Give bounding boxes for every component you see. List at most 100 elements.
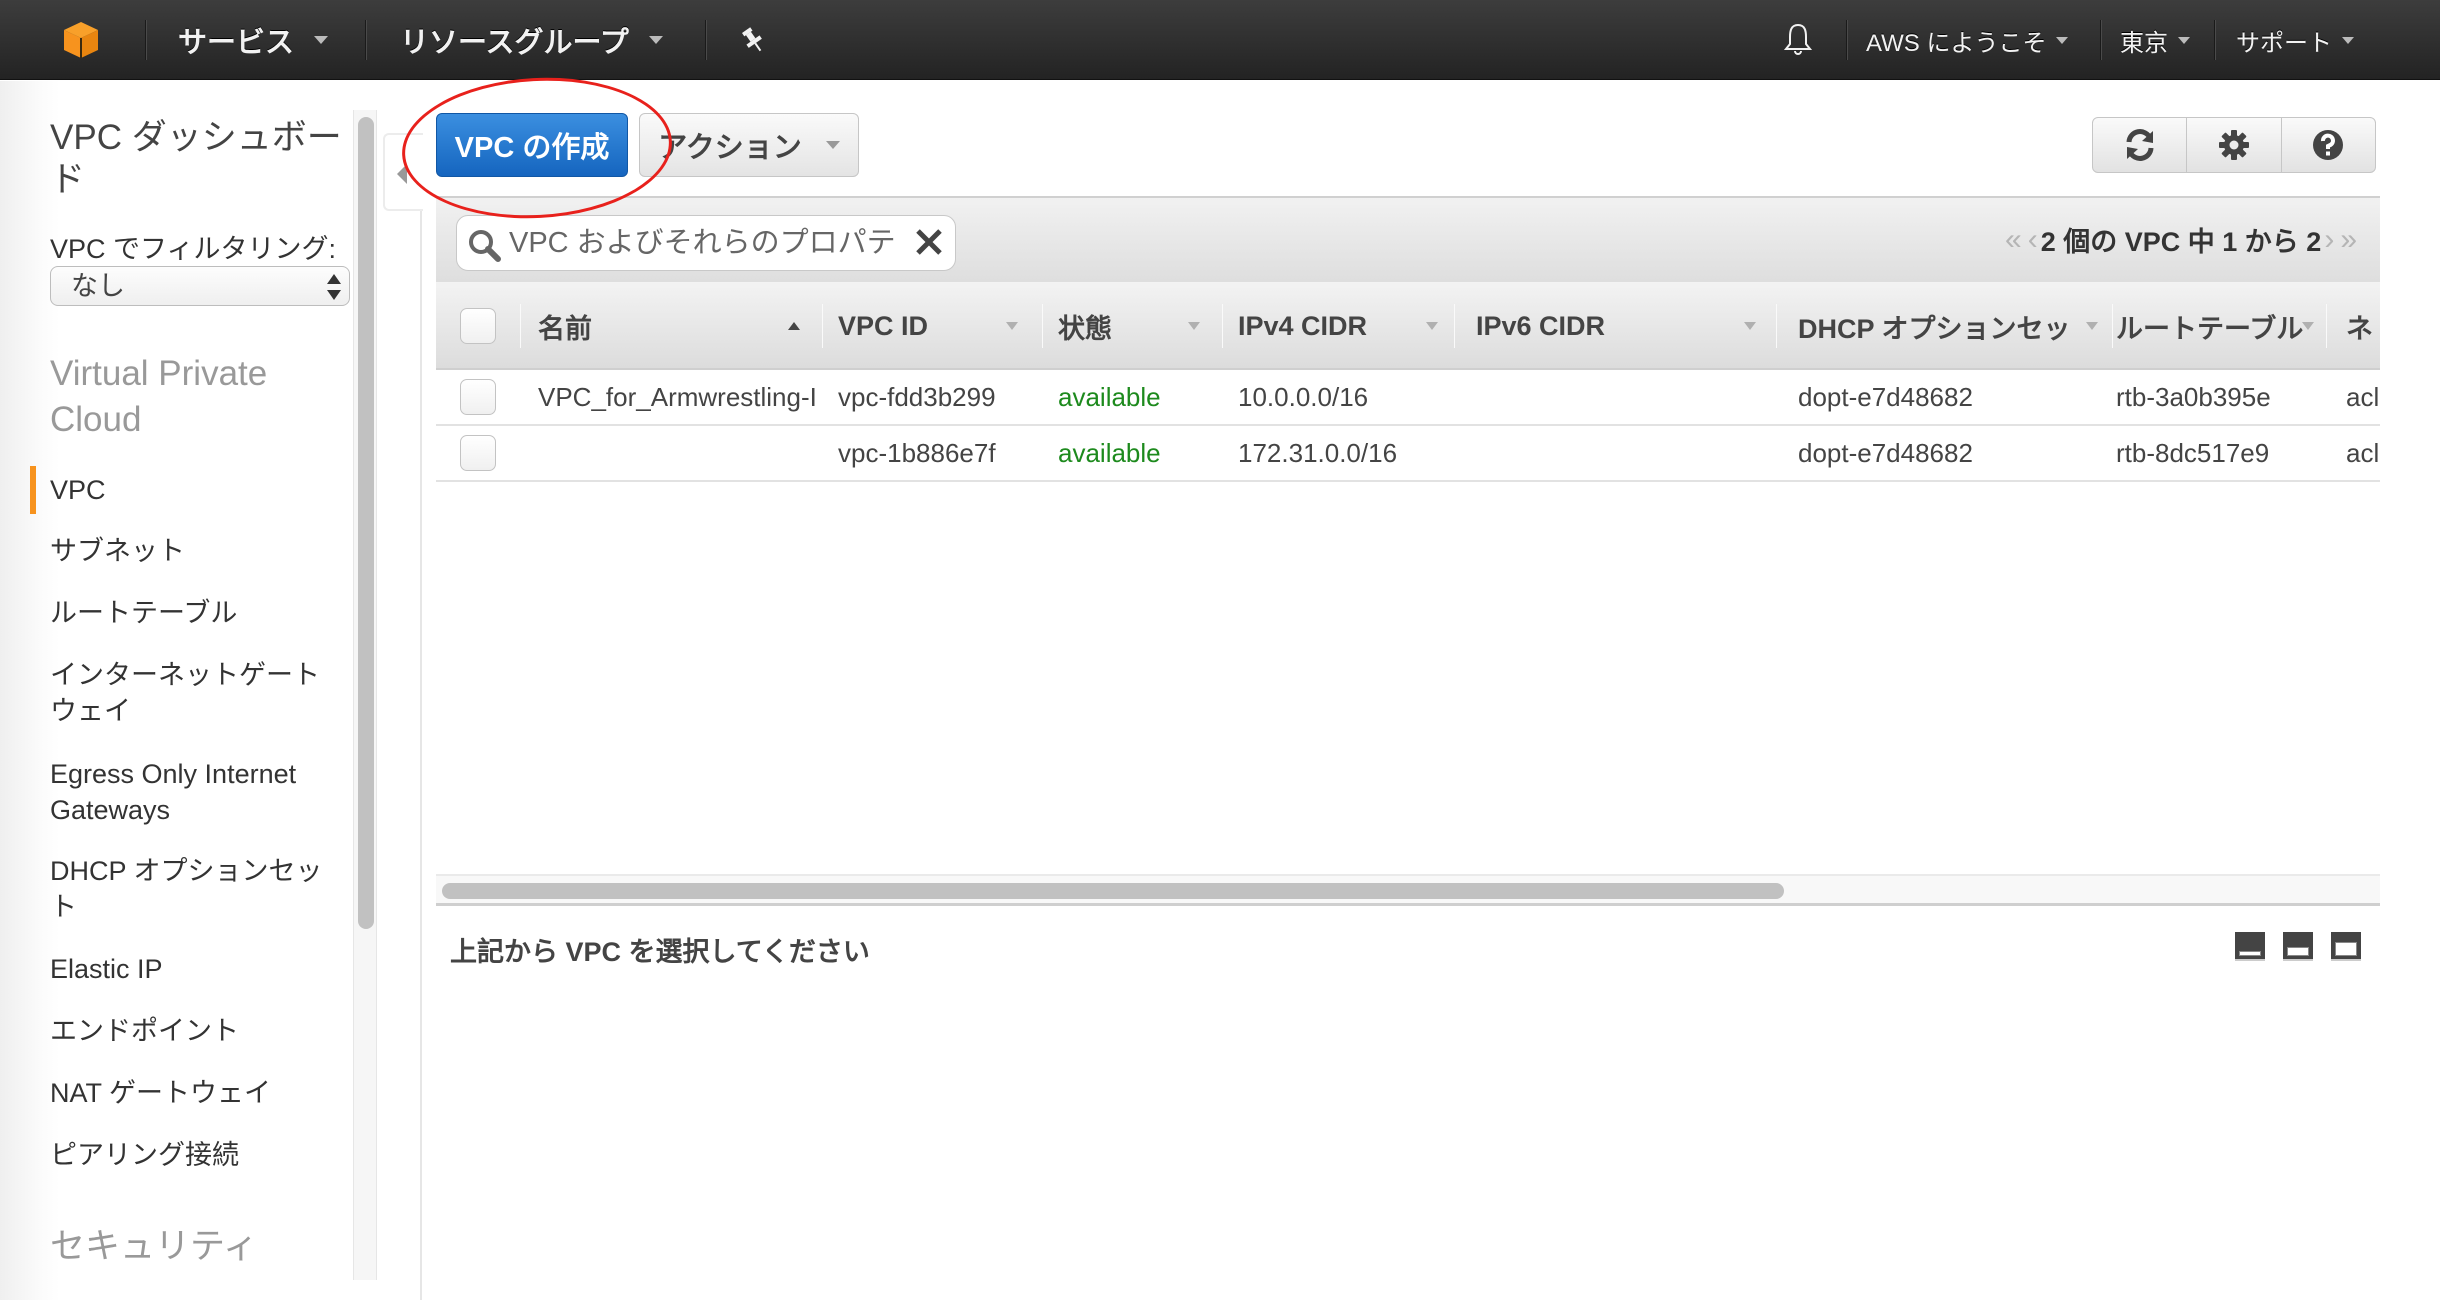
create-vpc-button[interactable]: VPC の作成 <box>436 113 628 177</box>
aws-logo[interactable] <box>62 0 100 80</box>
chevron-down-icon <box>2056 36 2069 44</box>
toolbar-icon-group <box>2092 117 2376 173</box>
sidebar-item-egress-only-igw[interactable]: Egress Only Internet Gateways <box>50 756 340 828</box>
cell-route-table: rtb-8dc517e9 <box>2116 437 2270 468</box>
chevron-down-icon <box>314 36 329 44</box>
table-hscroll-thumb[interactable] <box>442 883 1784 899</box>
detail-pane-title: 上記から VPC を選択してください <box>450 937 870 967</box>
support-menu[interactable]: サポート <box>2236 0 2354 80</box>
column-header-state[interactable]: 状態 <box>1058 282 1208 370</box>
select-arrows-icon <box>327 274 341 300</box>
column-header-dhcp-options[interactable]: DHCP オプションセッ <box>1798 282 2083 370</box>
sidebar-item-vpc[interactable]: VPC <box>30 466 340 514</box>
cell-network-acl: acl <box>2346 381 2380 412</box>
prev-page-button[interactable]: ‹ <box>2025 223 2041 257</box>
cell-ipv4-cidr: 172.31.0.0/16 <box>1238 437 1398 468</box>
column-header-network-acl[interactable]: ネ <box>2346 282 2380 370</box>
cell-dhcp-options: dopt-e7d48682 <box>1798 437 1973 468</box>
settings-button[interactable] <box>2187 118 2282 172</box>
sort-icon <box>1006 322 1018 330</box>
top-nav-bar: サービス リソースグループ AWS にようこそ 東京 サポート <box>0 0 2440 80</box>
pane-medium-button[interactable] <box>2283 932 2313 961</box>
pagination: « ‹ 2 個の VPC 中 1 から 2 › » <box>2002 220 2360 259</box>
support-label: サポート <box>2236 29 2332 57</box>
table-row[interactable]: VPC_for_Armwrestling-I vpc-fdd3b299 avai… <box>436 370 2380 426</box>
sidebar: VPC ダッシュボード VPC でフィルタリング: なし Virtual Pri… <box>0 81 355 1300</box>
gear-icon <box>2218 130 2249 160</box>
row-checkbox[interactable] <box>460 435 496 471</box>
sort-asc-icon <box>788 322 800 330</box>
sidebar-item-elastic-ip[interactable]: Elastic IP <box>50 951 340 987</box>
search-input[interactable] <box>509 222 899 264</box>
vpc-filter-label: VPC でフィルタリング: <box>50 234 336 264</box>
first-page-button[interactable]: « <box>2002 223 2025 257</box>
cell-dhcp-options: dopt-e7d48682 <box>1798 381 1973 412</box>
cell-name: VPC_for_Armwrestling-I <box>538 381 817 412</box>
actions-dropdown[interactable]: アクション <box>639 113 859 177</box>
sidebar-item-endpoints[interactable]: エンドポイント <box>50 1013 340 1049</box>
chevron-left-icon <box>397 164 407 184</box>
select-all-checkbox[interactable] <box>460 308 496 344</box>
cell-vpc-id: vpc-fdd3b299 <box>838 381 996 412</box>
account-label: AWS にようこそ <box>1866 29 2047 57</box>
cell-name <box>538 426 818 480</box>
pin-button[interactable] <box>728 0 778 80</box>
refresh-icon <box>2126 129 2154 161</box>
pane-medium-icon <box>2287 947 2309 956</box>
sidebar-scrollbar-thumb[interactable] <box>358 117 374 929</box>
column-header-route-table[interactable]: ルートテーブル <box>2116 282 2326 370</box>
sort-icon <box>1188 322 1200 330</box>
resource-groups-menu[interactable]: リソースグループ <box>400 0 663 80</box>
region-label: 東京 <box>2120 29 2168 57</box>
table-row[interactable]: vpc-1b886e7f available 172.31.0.0/16 dop… <box>436 426 2380 482</box>
column-header-ipv4-cidr[interactable]: IPv4 CIDR <box>1238 282 1438 370</box>
pane-large-icon <box>2335 942 2357 956</box>
next-page-button[interactable]: › <box>2321 223 2337 257</box>
column-header-ipv6-cidr[interactable]: IPv6 CIDR <box>1476 282 1726 370</box>
resource-groups-label: リソースグループ <box>400 27 629 59</box>
chevron-down-icon <box>2178 36 2190 44</box>
search-icon <box>469 230 501 262</box>
pane-large-button[interactable] <box>2331 932 2361 961</box>
notifications-button[interactable] <box>1780 0 1816 80</box>
sidebar-item-internet-gateways[interactable]: インターネットゲートウェイ <box>50 657 340 729</box>
pagination-text: 2 個の VPC 中 1 から 2 <box>2040 227 2322 257</box>
actions-label: アクション <box>658 132 802 164</box>
services-menu[interactable]: サービス <box>178 0 329 80</box>
sidebar-item-nat-gateways[interactable]: NAT ゲートウェイ <box>50 1075 340 1111</box>
pin-icon <box>742 27 762 52</box>
cell-ipv4-cidr: 10.0.0.0/16 <box>1238 381 1369 412</box>
pane-small-button[interactable] <box>2235 932 2265 961</box>
services-label: サービス <box>178 27 295 59</box>
section-title-security: セキュリティ <box>50 1227 258 1266</box>
account-menu[interactable]: AWS にようこそ <box>1866 0 2069 80</box>
sidebar-divider <box>420 160 422 1300</box>
help-button[interactable] <box>2282 118 2375 172</box>
aws-cube-logo-icon <box>64 22 98 58</box>
region-menu[interactable]: 東京 <box>2120 0 2190 80</box>
cell-network-acl: acl <box>2346 437 2380 468</box>
sidebar-item-route-tables[interactable]: ルートテーブル <box>50 595 340 631</box>
column-header-name[interactable]: 名前 <box>538 282 818 370</box>
clear-search-icon[interactable] <box>913 226 945 258</box>
section-title-vpc: Virtual Private Cloud <box>50 354 268 439</box>
cell-ipv6-cidr <box>1476 426 1756 480</box>
sidebar-item-subnets[interactable]: サブネット <box>50 533 340 569</box>
chevron-down-icon <box>648 36 663 44</box>
sidebar-item-peering[interactable]: ピアリング接続 <box>50 1137 340 1173</box>
pane-small-icon <box>2239 951 2261 956</box>
last-page-button[interactable]: » <box>2337 223 2360 257</box>
refresh-button[interactable] <box>2093 118 2188 172</box>
chevron-down-icon <box>2342 36 2354 44</box>
cell-state: available <box>1058 437 1161 468</box>
cell-state: available <box>1058 381 1161 412</box>
row-checkbox[interactable] <box>460 379 496 415</box>
collapse-sidebar-button[interactable] <box>383 133 423 211</box>
sidebar-item-dhcp-options[interactable]: DHCP オプションセット <box>50 853 340 925</box>
vpc-filter-value: なし <box>71 271 125 301</box>
sidebar-title[interactable]: VPC ダッシュボード <box>50 117 350 201</box>
vpc-filter-select[interactable]: なし <box>50 266 350 306</box>
table-header: 名前 VPC ID 状態 IPv4 CIDR IPv6 CIDR DHCP オプ… <box>436 282 2380 370</box>
chevron-down-icon <box>825 141 840 149</box>
cell-ipv6-cidr <box>1476 370 1756 424</box>
